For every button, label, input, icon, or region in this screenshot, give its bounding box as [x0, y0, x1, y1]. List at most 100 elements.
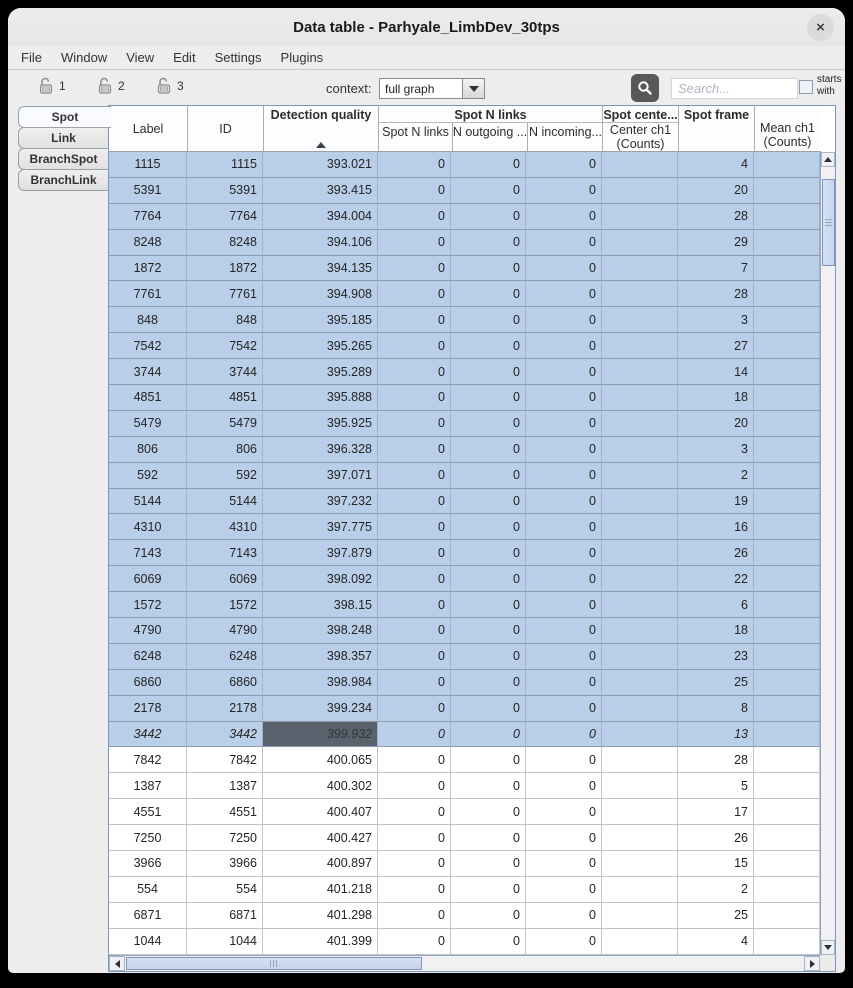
table-cell-n_links[interactable]: 0 [378, 903, 451, 929]
table-row[interactable]: 806806396.3280003 [109, 437, 821, 463]
table-cell-center[interactable] [602, 152, 678, 178]
table-cell-n_out[interactable]: 0 [451, 722, 526, 748]
table-cell-center[interactable] [602, 514, 678, 540]
table-cell-label[interactable]: 3442 [109, 722, 187, 748]
column-header-label[interactable]: Label [109, 106, 187, 151]
table-cell-n_in[interactable]: 0 [526, 333, 602, 359]
table-cell-frame[interactable]: 22 [678, 566, 754, 592]
table-cell-n_links[interactable]: 0 [378, 877, 451, 903]
table-cell-quality[interactable]: 399.932 [263, 722, 378, 748]
table-cell-center[interactable] [602, 773, 678, 799]
table-row[interactable]: 71437143397.87900026 [109, 540, 821, 566]
table-cell-quality[interactable]: 394.004 [263, 204, 378, 230]
table-cell-mean[interactable] [754, 281, 820, 307]
table-cell-n_in[interactable]: 0 [526, 722, 602, 748]
search-button[interactable] [631, 74, 659, 102]
table-cell-id[interactable]: 7842 [187, 747, 263, 773]
table-cell-id[interactable]: 4551 [187, 799, 263, 825]
table-cell-id[interactable]: 5391 [187, 178, 263, 204]
table-cell-quality[interactable]: 397.232 [263, 489, 378, 515]
table-cell-n_out[interactable]: 0 [451, 592, 526, 618]
table-cell-id[interactable]: 6871 [187, 903, 263, 929]
table-cell-label[interactable]: 848 [109, 307, 187, 333]
table-cell-mean[interactable] [754, 411, 820, 437]
table-cell-label[interactable]: 6069 [109, 566, 187, 592]
scroll-down-button[interactable] [821, 940, 835, 955]
table-cell-id[interactable]: 848 [187, 307, 263, 333]
table-row[interactable]: 13871387400.3020005 [109, 773, 821, 799]
table-cell-n_in[interactable]: 0 [526, 773, 602, 799]
table-row[interactable]: 60696069398.09200022 [109, 566, 821, 592]
table-cell-mean[interactable] [754, 592, 820, 618]
table-cell-n_links[interactable]: 0 [378, 204, 451, 230]
table-cell-mean[interactable] [754, 696, 820, 722]
scroll-left-button[interactable] [109, 956, 125, 971]
table-cell-n_out[interactable]: 0 [451, 799, 526, 825]
table-cell-quality[interactable]: 400.897 [263, 851, 378, 877]
table-cell-mean[interactable] [754, 514, 820, 540]
table-cell-n_links[interactable]: 0 [378, 385, 451, 411]
table-cell-quality[interactable]: 399.234 [263, 696, 378, 722]
table-cell-quality[interactable]: 394.106 [263, 230, 378, 256]
table-cell-n_links[interactable]: 0 [378, 592, 451, 618]
table-cell-n_out[interactable]: 0 [451, 333, 526, 359]
table-cell-n_out[interactable]: 0 [451, 877, 526, 903]
table-cell-n_out[interactable]: 0 [451, 618, 526, 644]
table-cell-label[interactable]: 1115 [109, 152, 187, 178]
horizontal-scrollbar[interactable] [109, 955, 820, 971]
table-row[interactable]: 51445144397.23200019 [109, 489, 821, 515]
table-cell-frame[interactable]: 20 [678, 411, 754, 437]
table-cell-n_out[interactable]: 0 [451, 540, 526, 566]
table-cell-id[interactable]: 4790 [187, 618, 263, 644]
table-row[interactable]: 45514551400.40700017 [109, 799, 821, 825]
table-cell-center[interactable] [602, 618, 678, 644]
table-cell-center[interactable] [602, 307, 678, 333]
table-cell-n_links[interactable]: 0 [378, 307, 451, 333]
table-cell-n_out[interactable]: 0 [451, 644, 526, 670]
table-cell-frame[interactable]: 5 [678, 773, 754, 799]
table-cell-label[interactable]: 1572 [109, 592, 187, 618]
table-cell-center[interactable] [602, 644, 678, 670]
table-cell-mean[interactable] [754, 540, 820, 566]
table-cell-mean[interactable] [754, 230, 820, 256]
table-row[interactable]: 68716871401.29800025 [109, 903, 821, 929]
table-cell-quality[interactable]: 396.328 [263, 437, 378, 463]
table-cell-label[interactable]: 7143 [109, 540, 187, 566]
table-cell-id[interactable]: 6860 [187, 670, 263, 696]
table-cell-id[interactable]: 2178 [187, 696, 263, 722]
table-cell-center[interactable] [602, 851, 678, 877]
table-cell-n_links[interactable]: 0 [378, 411, 451, 437]
table-row[interactable]: 848848395.1850003 [109, 307, 821, 333]
table-row[interactable]: 82488248394.10600029 [109, 230, 821, 256]
table-cell-n_links[interactable]: 0 [378, 851, 451, 877]
table-cell-n_links[interactable]: 0 [378, 256, 451, 282]
table-cell-n_out[interactable]: 0 [451, 825, 526, 851]
column-header-spot-center[interactable]: Spot cente... Center ch1 (Counts) [602, 106, 678, 151]
table-cell-frame[interactable]: 6 [678, 592, 754, 618]
table-row[interactable]: 68606860398.98400025 [109, 670, 821, 696]
table-cell-n_links[interactable]: 0 [378, 152, 451, 178]
context-dropdown[interactable]: full graph [379, 78, 485, 99]
table-cell-id[interactable]: 5144 [187, 489, 263, 515]
table-cell-frame[interactable]: 8 [678, 696, 754, 722]
table-cell-label[interactable]: 4310 [109, 514, 187, 540]
vertical-scrollbar[interactable] [820, 152, 835, 955]
table-cell-label[interactable]: 4790 [109, 618, 187, 644]
table-cell-label[interactable]: 7542 [109, 333, 187, 359]
table-cell-n_links[interactable]: 0 [378, 929, 451, 955]
table-cell-n_in[interactable]: 0 [526, 385, 602, 411]
table-cell-n_in[interactable]: 0 [526, 799, 602, 825]
table-cell-n_out[interactable]: 0 [451, 929, 526, 955]
table-cell-center[interactable] [602, 747, 678, 773]
table-cell-label[interactable]: 7761 [109, 281, 187, 307]
table-cell-label[interactable]: 1872 [109, 256, 187, 282]
table-cell-quality[interactable]: 397.775 [263, 514, 378, 540]
starts-with-checkbox[interactable] [799, 80, 813, 94]
table-cell-mean[interactable] [754, 463, 820, 489]
table-cell-mean[interactable] [754, 489, 820, 515]
table-cell-n_links[interactable]: 0 [378, 825, 451, 851]
table-cell-label[interactable]: 7764 [109, 204, 187, 230]
table-cell-quality[interactable]: 393.021 [263, 152, 378, 178]
table-cell-n_in[interactable]: 0 [526, 618, 602, 644]
table-cell-n_in[interactable]: 0 [526, 256, 602, 282]
